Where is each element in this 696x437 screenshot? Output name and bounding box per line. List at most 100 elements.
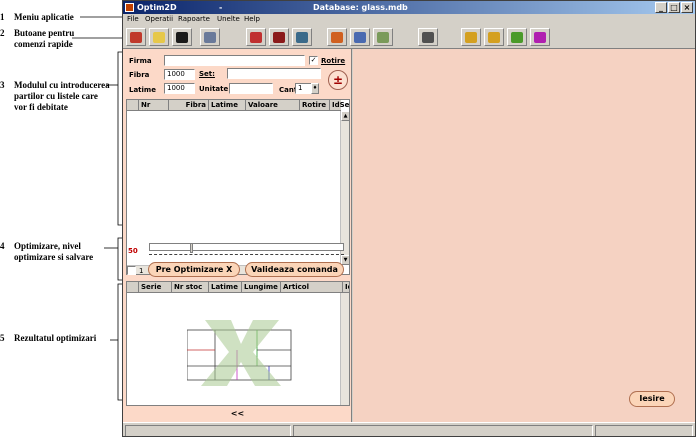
firma-input[interactable] bbox=[164, 55, 305, 66]
scroll-up-button[interactable]: ▲ bbox=[341, 111, 349, 121]
fibra-input[interactable]: 1000 bbox=[164, 69, 195, 80]
new-order-button[interactable] bbox=[126, 28, 146, 46]
result-col-id[interactable]: Id bbox=[343, 282, 349, 293]
step-2-button[interactable] bbox=[484, 28, 504, 46]
optimization-level-value: 50 bbox=[128, 247, 138, 255]
open-folder-button[interactable] bbox=[149, 28, 169, 46]
title-bar[interactable]: Optim2D - Database: glass.mdb _ □ × bbox=[123, 1, 695, 14]
multi-window-button[interactable] bbox=[373, 28, 393, 46]
calculator-button[interactable] bbox=[418, 28, 438, 46]
latime-label: Latime bbox=[129, 86, 156, 94]
rotire-checkbox[interactable]: ✓ bbox=[309, 56, 318, 65]
parts-col-latime[interactable]: Latime bbox=[209, 100, 246, 111]
menu-unelte[interactable]: Unelte bbox=[217, 15, 240, 23]
menu-help[interactable]: Help bbox=[244, 15, 260, 23]
fibra-label: Fibra bbox=[129, 71, 150, 79]
step-1-icon bbox=[465, 32, 477, 43]
parts-col-fibra[interactable]: Fibra bbox=[169, 100, 209, 111]
list-report-button[interactable] bbox=[200, 28, 220, 46]
result-grid-vscroll[interactable] bbox=[340, 293, 349, 405]
parts-col-nr[interactable]: Nr bbox=[139, 100, 169, 111]
annotation-number: 2 bbox=[0, 28, 5, 38]
optimize-option-checkbox[interactable] bbox=[127, 266, 136, 275]
annotation-number: 4 bbox=[0, 241, 5, 251]
gears-icon bbox=[273, 32, 285, 43]
firma-label: Firma bbox=[129, 57, 152, 65]
annotation-menu: 1 Meniu aplicatie bbox=[0, 12, 74, 23]
step-3-icon bbox=[511, 32, 523, 43]
pre-optimize-button[interactable]: Pre Optimizare X bbox=[148, 262, 240, 277]
annotation-optimize: 4 Optimizare, nivel optimizare si salvare bbox=[0, 241, 110, 263]
optimization-level-slider[interactable] bbox=[149, 243, 344, 253]
menu-file[interactable]: File bbox=[127, 15, 139, 23]
menu-operatii[interactable]: Operatii bbox=[145, 15, 173, 23]
step-2-icon bbox=[488, 32, 500, 43]
result-grid[interactable]: Serie Nr stoc Latime Lungime Articol Id bbox=[126, 281, 350, 406]
open-folder-icon bbox=[153, 32, 165, 43]
parts-col-valoare[interactable]: Valoare bbox=[246, 100, 300, 111]
app-icon bbox=[125, 3, 134, 12]
gears-button[interactable] bbox=[269, 28, 289, 46]
result-col-serie[interactable]: Serie bbox=[139, 282, 172, 293]
result-col-nr-stoc[interactable]: Nr stoc bbox=[172, 282, 209, 293]
maximize-button[interactable]: □ bbox=[668, 2, 680, 13]
validate-order-button[interactable]: Valideaza comanda bbox=[245, 262, 344, 277]
exit-button[interactable]: Iesire bbox=[629, 391, 675, 407]
save-button[interactable] bbox=[172, 28, 192, 46]
latime-input[interactable]: 1000 bbox=[164, 83, 195, 94]
app-window: Optim2D - Database: glass.mdb _ □ × File… bbox=[122, 0, 696, 437]
annotation-lines bbox=[72, 16, 124, 401]
collapse-panel-button[interactable]: << bbox=[123, 407, 352, 421]
slider-thumb[interactable] bbox=[190, 243, 193, 253]
set-input[interactable] bbox=[227, 68, 321, 79]
optimize-option-label: 1 bbox=[139, 267, 144, 275]
annotation-text: Rezultatul optimizari bbox=[14, 333, 97, 343]
parts-grid-vscroll[interactable]: ▲ ▼ bbox=[340, 111, 349, 265]
scroll-down-button[interactable]: ▼ bbox=[341, 255, 349, 265]
parts-col-rotire[interactable]: Rotire bbox=[300, 100, 330, 111]
save-icon bbox=[176, 32, 188, 43]
database-title: Database: glass.mdb bbox=[313, 3, 408, 12]
pie-chart-button[interactable] bbox=[327, 28, 347, 46]
pie-chart-icon bbox=[331, 32, 343, 43]
multi-window-icon bbox=[377, 32, 389, 43]
optim-logo-watermark bbox=[187, 320, 292, 386]
parts-grid-corner bbox=[127, 100, 139, 111]
result-col-latime[interactable]: Latime bbox=[209, 282, 242, 293]
status-cell-2 bbox=[293, 425, 593, 436]
menu-rapoarte[interactable]: Rapoarte bbox=[178, 15, 210, 23]
left-panel: Firma ✓ Rotire Fibra 1000 Set: ± Latime … bbox=[123, 49, 352, 422]
toolbar: ▾ bbox=[123, 25, 695, 49]
annotation-text: Optimizare, nivel optimizare si salvare bbox=[14, 241, 94, 262]
result-col-lungime[interactable]: Lungime bbox=[242, 282, 281, 293]
result-col-articol[interactable]: Articol bbox=[281, 282, 343, 293]
layout-preview-area: Iesire bbox=[353, 49, 695, 422]
window-button[interactable] bbox=[350, 28, 370, 46]
annotation-number: 3 bbox=[0, 80, 5, 90]
step-1-button[interactable] bbox=[461, 28, 481, 46]
user-icon bbox=[296, 32, 308, 43]
bookmark-button[interactable] bbox=[530, 28, 550, 46]
annotation-text: Meniu aplicatie bbox=[14, 12, 74, 22]
cut-tool-button[interactable] bbox=[246, 28, 266, 46]
plus-minus-button[interactable]: ± bbox=[328, 70, 348, 90]
result-grid-header: Serie Nr stoc Latime Lungime Articol Id bbox=[127, 282, 349, 293]
unitate-input[interactable] bbox=[229, 83, 273, 94]
minimize-button[interactable]: _ bbox=[655, 2, 667, 13]
user-button[interactable] bbox=[292, 28, 312, 46]
status-cell-1 bbox=[125, 425, 291, 436]
parts-col-idset[interactable]: IdSe bbox=[330, 100, 349, 111]
cant-spinner[interactable]: ♦ bbox=[311, 83, 319, 94]
annotation-parts-module: 3 Modulul cu introducerea partilor cu lis… bbox=[0, 80, 110, 113]
step-3-button[interactable] bbox=[507, 28, 527, 46]
annotation-text: Modulul cu introducerea partilor cu list… bbox=[14, 80, 110, 112]
result-grid-corner bbox=[127, 282, 139, 293]
close-button[interactable]: × bbox=[681, 2, 693, 13]
rotire-label: Rotire bbox=[321, 57, 346, 65]
new-order-icon bbox=[130, 32, 142, 43]
list-report-icon bbox=[204, 32, 216, 43]
unitate-label: Unitate: bbox=[199, 85, 232, 93]
annotation-number: 5 bbox=[0, 333, 5, 343]
slider-ticks bbox=[149, 254, 344, 256]
annotation-results: 5 Rezultatul optimizari bbox=[0, 333, 120, 344]
